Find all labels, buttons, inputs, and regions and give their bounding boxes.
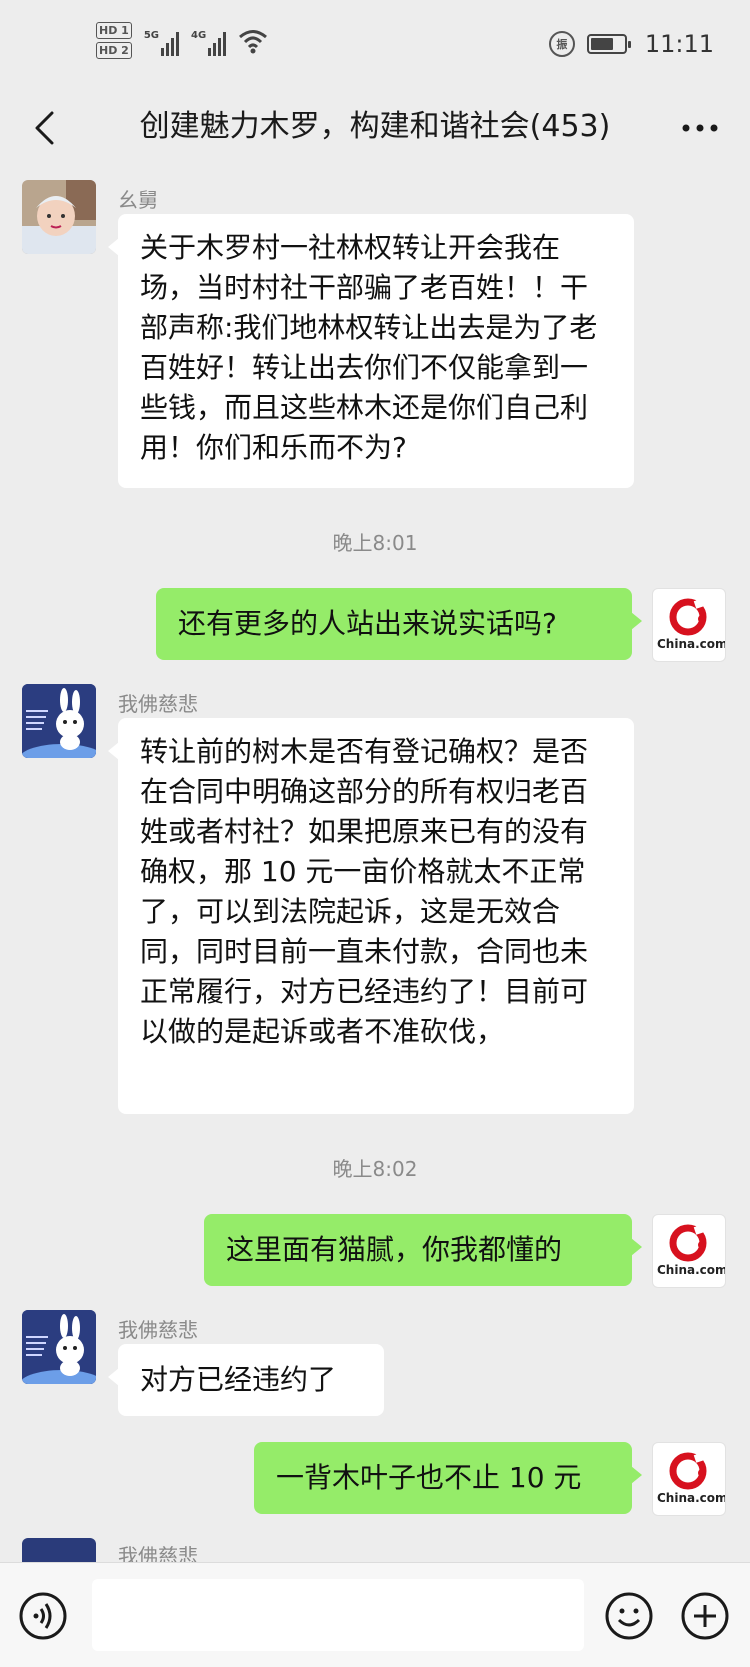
battery-icon <box>586 34 631 54</box>
signal-5g-icon: 5G <box>144 26 179 56</box>
avatar-china-com[interactable]: China.com <box>652 588 726 662</box>
plus-icon <box>681 1592 729 1640</box>
china-com-logo-text: China.com <box>657 1491 726 1505</box>
sender-name: 我佛慈悲 <box>118 692 198 716</box>
avatar-rabbit-cartoon[interactable] <box>22 1538 96 1562</box>
hd-badge-2: HD 2 <box>96 42 132 59</box>
avatar-rabbit-cartoon[interactable] <box>22 684 96 758</box>
voice-button[interactable] <box>18 1591 68 1641</box>
plus-button[interactable] <box>680 1591 730 1641</box>
hd-badge-1: HD 1 <box>96 22 132 39</box>
message-bubble-self[interactable]: 一背木叶子也不止 10 元 <box>254 1442 642 1514</box>
status-bar: HD 1 HD 2 5G 4G 振 11:11 <box>0 0 750 92</box>
voice-icon <box>19 1592 67 1640</box>
timestamp: 晚上8:01 <box>332 531 418 555</box>
timestamp: 晚上8:02 <box>332 1157 418 1181</box>
message-bubble[interactable]: 对方已经违约了 <box>108 1344 384 1416</box>
signal-4g-icon: 4G <box>191 26 227 56</box>
avatar-china-com[interactable]: China.com <box>652 1214 726 1288</box>
emoji-icon <box>605 1592 653 1640</box>
avatar-china-com[interactable]: China.com <box>652 1442 726 1516</box>
emoji-button[interactable] <box>604 1591 654 1641</box>
avatar-rabbit-cartoon[interactable] <box>22 1310 96 1384</box>
message-bubble-self[interactable]: 这里面有猫腻，你我都懂的 <box>204 1214 642 1286</box>
message-bubble[interactable]: 关于木罗村一社林权转让开会我在场，当时村社干部骗了老百姓！！干部声称:我们地林权… <box>108 214 634 488</box>
status-right: 振 11:11 <box>548 30 714 58</box>
avatar-baby-photo[interactable] <box>22 180 96 254</box>
network-label-5g: 5G <box>143 29 159 41</box>
status-time: 11:11 <box>644 30 714 58</box>
message-input[interactable] <box>92 1579 584 1651</box>
chat-title: 创建魅力木罗，构建和谐社会(453) <box>139 109 611 144</box>
sender-name: 我佛慈悲 <box>118 1318 198 1342</box>
message-bubble-self[interactable]: 还有更多的人站出来说实话吗? <box>156 588 642 660</box>
network-label-4g: 4G <box>191 29 207 41</box>
input-bar <box>0 1562 750 1667</box>
message-bubble[interactable]: 转让前的树木是否有登记确权？是否在合同中明确这部分的所有权归老百姓或者村社？如果… <box>108 718 634 1114</box>
sender-name: 幺舅 <box>118 188 158 212</box>
more-icon <box>682 124 718 132</box>
more-button[interactable] <box>678 106 722 150</box>
china-com-logo-text: China.com <box>657 637 726 651</box>
status-left: HD 1 HD 2 5G 4G <box>96 22 268 59</box>
china-com-logo-text: China.com <box>657 1263 726 1277</box>
chat-header: 创建魅力木罗，构建和谐社会(453) <box>0 92 750 166</box>
vibrate-icon: 振 <box>548 31 575 57</box>
wifi-icon <box>239 29 268 53</box>
